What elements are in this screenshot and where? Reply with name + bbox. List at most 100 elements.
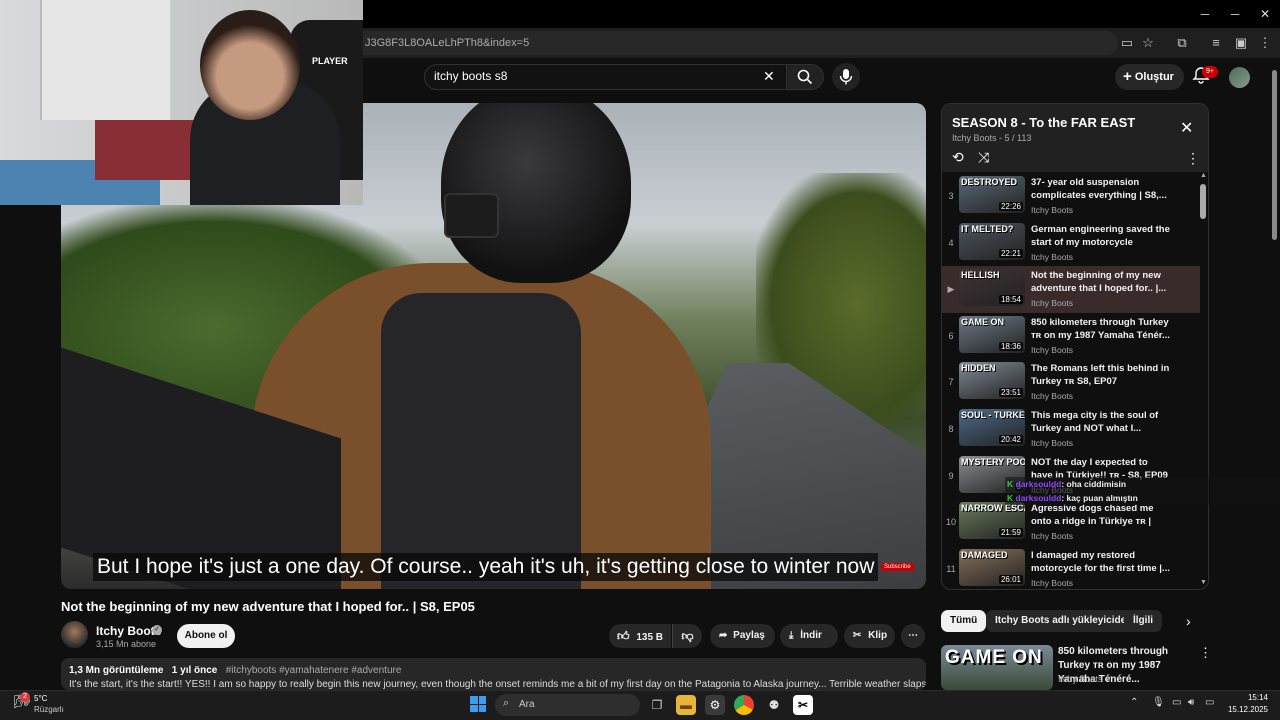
playlist-item-index: 7 xyxy=(948,377,954,388)
media-control-icon[interactable]: ≡ xyxy=(1207,34,1225,52)
cast-icon[interactable]: ▭ xyxy=(1118,34,1136,52)
playlist-item-thumbnail[interactable]: SOUL - TURKEY 20:42 xyxy=(959,409,1025,446)
chrome-menu-icon[interactable]: ⋮ xyxy=(1256,34,1274,52)
download-button[interactable]: ⤓ İndir xyxy=(780,624,838,648)
playlist-scrollbar[interactable] xyxy=(1200,184,1206,219)
volume-icon[interactable]: 🔊︎ xyxy=(1188,697,1194,708)
profile-icon[interactable]: ▣ xyxy=(1232,34,1250,52)
shuffle-icon[interactable]: ⤨ xyxy=(978,149,989,166)
playlist-item-thumbnail[interactable]: HIDDEN 23:51 xyxy=(959,362,1025,400)
steelseries-icon[interactable]: ⚙ xyxy=(705,695,725,715)
clock-date[interactable]: 15.12.2025 xyxy=(1226,705,1268,714)
chevron-right-icon[interactable]: › xyxy=(1186,613,1191,629)
playlist-item[interactable]: 3 DESTROYED 22:26 37- year old suspension c… xyxy=(942,173,1200,220)
close-window-button[interactable]: ✕ xyxy=(1250,4,1280,24)
description-box[interactable]: 1,3 Mn görüntüleme 1 yıl önce #itchyboot… xyxy=(61,658,926,690)
verified-badge-icon: ✓ xyxy=(152,625,162,635)
playlist-item[interactable]: 4 IT MELTED? 22:21 German engineering saved… xyxy=(942,220,1200,267)
search-button[interactable] xyxy=(786,64,824,90)
webcam-overlay: PLAYER xyxy=(0,0,363,205)
scroll-down-arrow-icon[interactable]: ▼ xyxy=(1200,579,1207,586)
hashtags[interactable]: #itchyboots #yamahatenere #adventure xyxy=(226,665,402,676)
playlist-item-thumbnail[interactable]: DAMAGED 26:01 xyxy=(959,548,1025,586)
playlist-item-channel: Itchy Boots xyxy=(1031,298,1074,309)
scroll-up-arrow-icon[interactable]: ▲ xyxy=(1200,172,1207,179)
minimize-window-button[interactable]: ─ xyxy=(1190,4,1220,24)
capcut-icon[interactable]: ✂ xyxy=(793,695,813,715)
playlist-item-title: I damaged my restored motorcycle for the… xyxy=(1031,549,1170,574)
playlist-item[interactable]: 11 DAMAGED 26:01 I damaged my restored moto… xyxy=(942,546,1200,589)
playlist-item-thumbnail[interactable]: IT MELTED? 22:21 xyxy=(959,222,1025,260)
chat-message: K darksouldd: oha ciddimisin xyxy=(1007,479,1126,489)
playlist-item-thumbnail[interactable]: NARROW ESCAPE21:59 xyxy=(959,502,1025,540)
notification-count-badge: 9+ xyxy=(1202,66,1218,78)
channel-avatar[interactable] xyxy=(61,621,88,648)
start-menu-windows-icon[interactable] xyxy=(470,696,486,712)
bookmark-star-icon[interactable]: ☆ xyxy=(1139,34,1157,52)
chip-all[interactable]: Tümü xyxy=(941,610,987,632)
tray-chevron-icon[interactable]: ⌃ xyxy=(1130,697,1138,708)
network-icon[interactable]: ▭ xyxy=(1172,697,1181,708)
url-field[interactable]: J3G8F3L8OALeLhPTh8&index=5 xyxy=(363,31,1118,55)
voice-search-button[interactable] xyxy=(832,63,860,91)
chat-text: : kaç puan almıştın xyxy=(1061,493,1138,503)
clock-time[interactable]: 15:14 xyxy=(1240,693,1268,702)
webcam-clothes xyxy=(95,120,200,180)
playlist-item-thumbnail[interactable]: GAME ON 18:36 xyxy=(959,315,1025,353)
playlist-item-thumbnail[interactable]: DESTROYED 22:26 xyxy=(959,176,1025,213)
clear-search-icon[interactable]: ✕ xyxy=(763,68,775,85)
playlist-item-thumbnail[interactable]: HELLISH 18:54 xyxy=(959,269,1025,307)
video-rider-vest xyxy=(381,293,581,589)
chat-text: : oha ciddimisin xyxy=(1061,479,1127,489)
search-query[interactable]: itchy boots s8 xyxy=(434,69,507,83)
extensions-icon[interactable]: ⧉ xyxy=(1173,34,1191,52)
loop-icon[interactable]: ⟲ xyxy=(952,149,964,166)
file-explorer-icon[interactable]: ▬ xyxy=(676,695,696,715)
playlist-item[interactable]: 7 HIDDEN 23:51 The Romans left this behind … xyxy=(942,359,1200,406)
recommended-channel[interactable]: Itchy Boots ✓ xyxy=(1058,674,1113,685)
maximize-button[interactable] xyxy=(1219,4,1249,24)
clip-button[interactable]: ✂ Klip xyxy=(844,624,895,648)
microphone-icon xyxy=(839,69,853,85)
like-button[interactable]: 👍︎ 135 B xyxy=(609,624,671,648)
thumbnail-text: MYSTERY POOL xyxy=(961,456,1025,467)
share-button[interactable]: ➦ Paylaş xyxy=(710,624,775,648)
thumbs-down-icon: 👎︎ xyxy=(681,629,694,643)
subscribe-button[interactable]: Abone ol xyxy=(177,624,235,648)
chip-from-uploader[interactable]: Itchy Boots adlı yükleyiciden xyxy=(986,610,1142,632)
weather-temperature[interactable]: 5°C xyxy=(34,694,47,703)
thumbnail-text: IT MELTED? xyxy=(961,223,1014,234)
chat-message: K darksouldd: kaç puan almıştın xyxy=(1007,493,1138,503)
video-duration: 22:21 xyxy=(998,248,1023,258)
verified-badge-icon: ✓ xyxy=(1105,674,1113,684)
battery-icon[interactable]: ▭ xyxy=(1205,697,1214,708)
playlist-more-icon[interactable]: ⋮ xyxy=(1186,150,1200,167)
microphone-tray-icon[interactable]: 🎙︎ xyxy=(1152,697,1165,708)
playlist-title[interactable]: SEASON 8 - To the FAR EAST xyxy=(952,115,1135,130)
playlist-item-channel: Itchy Boots xyxy=(1031,531,1074,542)
dislike-button[interactable]: 👎︎ xyxy=(672,624,702,648)
weather-description[interactable]: Rüzgarlı xyxy=(34,705,64,714)
create-button[interactable]: + Oluştur xyxy=(1115,64,1184,90)
recommended-thumbnail[interactable]: GAME ON xyxy=(941,645,1053,690)
account-avatar[interactable] xyxy=(1229,67,1250,88)
clip-label: Klip xyxy=(868,630,888,641)
chrome-icon[interactable] xyxy=(734,695,754,715)
playlist-item[interactable]: 8 SOUL - TURKEY 20:42 This mega city is the… xyxy=(942,406,1200,453)
playlist-item[interactable]: 6 GAME ON 18:36 850 kilometers through Turk… xyxy=(942,313,1200,360)
recommended-more-icon[interactable]: ⋮ xyxy=(1199,645,1212,661)
playlist-item-title: 37- year old suspension complicates ever… xyxy=(1031,177,1167,201)
playlist-item[interactable]: ▶ HELLISH 18:54 Not the beginning of my new… xyxy=(942,266,1200,314)
kick-icon: K xyxy=(1007,493,1014,503)
close-playlist-icon[interactable]: ✕ xyxy=(1180,118,1193,138)
taskbar-search[interactable]: Ara xyxy=(495,694,640,716)
more-horizontal-icon: ⋯ xyxy=(908,630,918,641)
app-icon[interactable]: ⚉ xyxy=(764,695,784,715)
task-view-icon[interactable]: ❐ xyxy=(647,695,667,715)
playlist-item[interactable]: 10NARROW ESCAPE21:59Agressive dogs chase… xyxy=(942,499,1200,546)
more-actions-button[interactable]: ⋯ xyxy=(901,624,925,648)
page-scrollbar[interactable] xyxy=(1272,70,1277,240)
subscribe-watermark[interactable]: Subscribe xyxy=(881,563,914,571)
chip-related[interactable]: İlgili xyxy=(1124,610,1162,632)
description-text: It's the start, it's the start!! YES!! I… xyxy=(69,679,926,690)
